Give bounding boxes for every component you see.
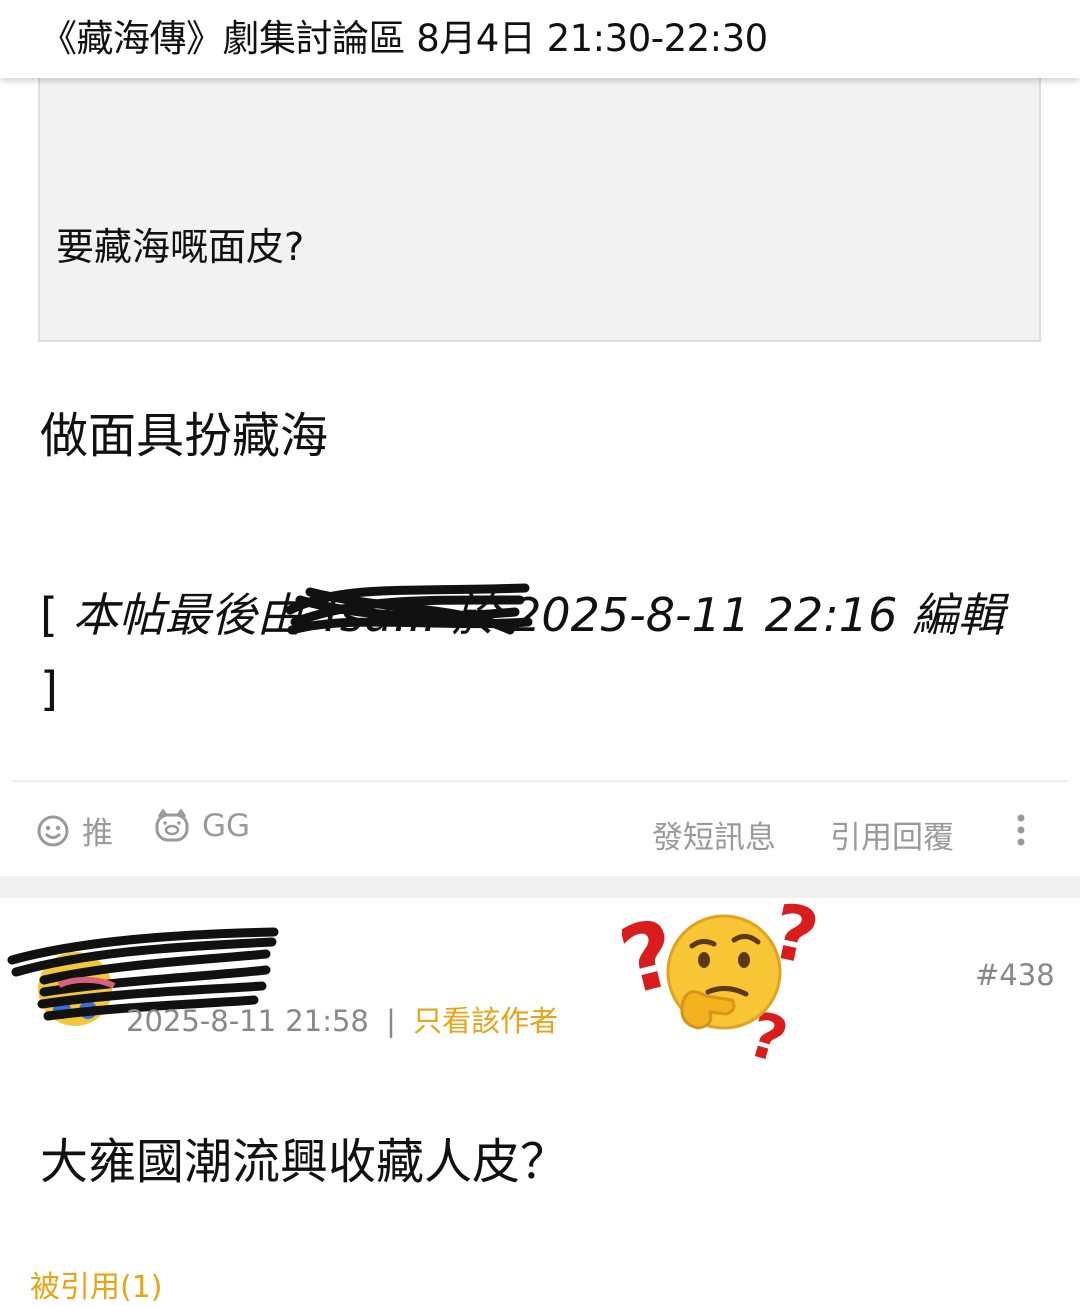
meta-separator: |	[386, 1004, 396, 1038]
more-vertical-icon	[1017, 814, 1025, 846]
pig-face-icon	[155, 809, 189, 842]
smiling-face-icon	[37, 815, 69, 846]
edit-note-date: 於 2025-8-11 22:16 編輯	[451, 588, 1004, 642]
post-action-bar: 推 GG 發短訊息 引用回覆	[0, 786, 1080, 876]
quoted-count-link[interactable]: 被引用(1)	[30, 1262, 163, 1306]
edit-note-open-bracket: [	[40, 588, 58, 642]
post-number[interactable]: #438	[975, 958, 1055, 992]
edit-note-editor: Tsu...	[317, 588, 437, 642]
thread-title: 《藏海傳》劇集討論區 8月4日 21:30-22:30	[40, 17, 768, 60]
send-pm-label: 發短訊息	[652, 820, 776, 856]
edit-note: [ 本帖最後由 Tsu... 於 2025-8-11 22:16 編輯 ]	[40, 578, 1030, 726]
edit-note-prefix: 本帖最後由	[72, 588, 303, 642]
post-separator	[0, 876, 1080, 898]
reply-timestamp: 2025-8-11 21:58	[126, 1004, 369, 1038]
avatar-face-icon	[53, 1001, 97, 1019]
like-label: 推	[82, 816, 113, 852]
avatar[interactable]	[38, 952, 112, 1026]
send-pm-button[interactable]: 發短訊息	[652, 812, 776, 857]
quote-block: 要藏海嘅面皮?	[38, 78, 1041, 342]
quote-reply-button[interactable]: 引用回覆	[830, 812, 954, 857]
quote-text: 要藏海嘅面皮?	[56, 225, 305, 269]
reply-body: 大雍國潮流興收藏人皮？	[40, 1134, 569, 1190]
more-options-button[interactable]	[1014, 812, 1040, 848]
author-only-link[interactable]: 只看該作者	[413, 1004, 558, 1038]
top-bar: 《藏海傳》劇集討論區 8月4日 21:30-22:30	[0, 0, 1080, 78]
like-button[interactable]: 推	[36, 808, 113, 853]
reply-meta: 2025-8-11 21:58 | 只看該作者	[126, 998, 558, 1040]
quote-reply-label: 引用回覆	[830, 820, 954, 856]
thinking-face-emoji: ? ? ?	[622, 888, 826, 1068]
dislike-label: GG	[202, 808, 251, 844]
post-body: 做面具扮藏海	[40, 408, 329, 464]
divider	[12, 780, 1068, 782]
edit-note-close-bracket: ]	[40, 662, 58, 716]
dislike-button[interactable]: GG	[154, 808, 250, 844]
